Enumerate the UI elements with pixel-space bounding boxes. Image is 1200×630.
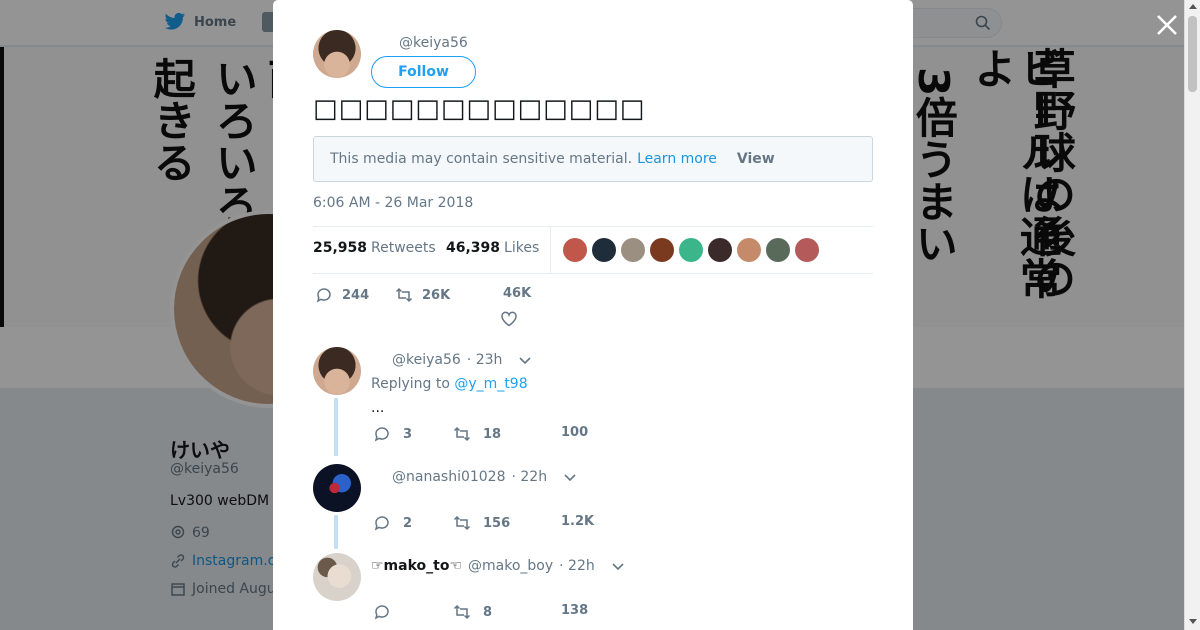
liker-avatar[interactable] (795, 238, 819, 262)
reply-count: 3 (403, 426, 413, 442)
tweet-timestamp[interactable]: 6:06 AM - 26 Mar 2018 (313, 195, 473, 211)
reply-action[interactable]: 3 (373, 425, 412, 443)
reply-action[interactable]: 244 (315, 286, 369, 304)
reply-handle[interactable]: @nanashi01028 (392, 469, 506, 485)
like-count: 100 (561, 425, 589, 440)
liker-avatar[interactable] (592, 238, 616, 262)
like-action[interactable]: 1.2K (561, 514, 594, 529)
liker-avatar[interactable] (621, 238, 645, 262)
reply-icon (374, 605, 389, 620)
retweet-action[interactable]: 26K (395, 286, 450, 304)
reply-display-name[interactable]: ☞mako_to☜ (371, 558, 462, 574)
retweet-action[interactable]: 18 (453, 425, 501, 443)
sensitive-media-notice: This media may contain sensitive materia… (313, 136, 873, 182)
sensitive-message: This media may contain sensitive materia… (330, 151, 633, 167)
reply-header: @keiya56 · 23h (371, 352, 532, 368)
reply-time[interactable]: · 23h (467, 352, 503, 368)
like-action[interactable]: 100 (561, 425, 588, 440)
retweets-stat[interactable]: 25,958 Retweets (313, 240, 436, 256)
liker-avatar[interactable] (766, 238, 790, 262)
like-count-label: 46K (503, 286, 531, 301)
replying-to: Replying to @y_m_t98 (371, 376, 528, 392)
reply-count: 244 (342, 287, 370, 303)
tweet-modal: @keiya56 Follow □□□□□□□□□□□□□ This media… (273, 0, 913, 630)
retweet-icon (453, 515, 471, 531)
retweets-label: Retweets (371, 240, 436, 256)
stats-divider (550, 227, 551, 273)
reply-icon (374, 516, 389, 531)
tweet-stats: 25,958 Retweets 46,398 Likes (313, 226, 873, 274)
reply-actions: 2 156 1.2K (371, 514, 771, 536)
retweet-icon (453, 426, 471, 442)
like-action[interactable]: 138 (561, 603, 588, 618)
page-scrollbar[interactable] (1184, 0, 1200, 630)
retweet-action[interactable]: 156 (453, 514, 510, 532)
reply-actions: 8 138 (371, 603, 771, 625)
reply-tweet[interactable]: ☞mako_to☜ @mako_boy · 22h 8 138 (313, 553, 873, 630)
reply-header: ☞mako_to☜ @mako_boy · 22h (371, 558, 625, 574)
like-count: 138 (561, 603, 589, 618)
reply-header: @nanashi01028 · 22h (371, 469, 577, 485)
reply-avatar[interactable] (313, 464, 361, 512)
scroll-up-arrow-icon[interactable] (1189, 4, 1197, 9)
author-handle[interactable]: @keiya56 (399, 35, 468, 51)
follow-button[interactable]: Follow (371, 56, 476, 88)
likes-count: 46,398 (446, 240, 501, 256)
author-avatar[interactable] (313, 30, 361, 78)
scroll-thumb[interactable] (1188, 16, 1197, 92)
reply-time[interactable]: · 22h (559, 558, 595, 574)
retweet-icon (395, 287, 413, 303)
reply-count: 2 (403, 515, 413, 531)
close-icon[interactable] (1154, 12, 1180, 38)
view-media-button[interactable]: View (737, 151, 775, 167)
reply-actions: 3 18 100 (371, 425, 771, 447)
chevron-down-icon[interactable] (563, 472, 577, 482)
reply-icon (374, 427, 389, 442)
reply-tweet[interactable]: @nanashi01028 · 22h 2 156 1.2K (313, 464, 873, 544)
liker-avatar[interactable] (737, 238, 761, 262)
reply-avatar[interactable] (313, 347, 361, 395)
reply-handle[interactable]: @mako_boy (468, 558, 553, 574)
liker-avatar[interactable] (650, 238, 674, 262)
chevron-down-icon[interactable] (611, 561, 625, 571)
retweets-count: 25,958 (313, 240, 368, 256)
replying-to-label: Replying to (371, 376, 450, 392)
likers-avatars (563, 238, 819, 262)
liker-avatar[interactable] (708, 238, 732, 262)
replying-to-mention[interactable]: @y_m_t98 (454, 376, 527, 392)
likes-label: Likes (504, 240, 540, 256)
retweet-count: 156 (483, 515, 511, 531)
reply-body: ... (371, 400, 385, 416)
retweet-count: 26K (422, 287, 451, 303)
retweet-icon (453, 604, 471, 620)
reply-handle[interactable]: @keiya56 (392, 352, 461, 368)
heart-icon[interactable] (500, 310, 518, 328)
reply-action[interactable]: 2 (373, 514, 412, 532)
retweet-action[interactable]: 8 (453, 603, 492, 621)
likes-stat[interactable]: 46,398 Likes (446, 240, 539, 256)
learn-more-link[interactable]: Learn more (637, 151, 717, 167)
reply-icon (316, 288, 331, 303)
retweet-count: 18 (483, 426, 502, 442)
retweet-count: 8 (483, 604, 493, 620)
reply-action[interactable] (373, 603, 403, 621)
reply-time[interactable]: · 22h (512, 469, 548, 485)
reply-avatar[interactable] (313, 553, 361, 601)
liker-avatar[interactable] (679, 238, 703, 262)
tweet-actions: 244 26K 46K (313, 284, 873, 328)
reply-tweet[interactable]: @keiya56 · 23h Replying to @y_m_t98 ... … (313, 347, 873, 447)
tweet-text: □□□□□□□□□□□□□ (313, 94, 646, 124)
like-count: 46K (503, 286, 532, 301)
chevron-down-icon[interactable] (518, 355, 532, 365)
liker-avatar[interactable] (563, 238, 587, 262)
like-count: 1.2K (561, 514, 595, 529)
scroll-down-arrow-icon[interactable] (1189, 619, 1197, 624)
